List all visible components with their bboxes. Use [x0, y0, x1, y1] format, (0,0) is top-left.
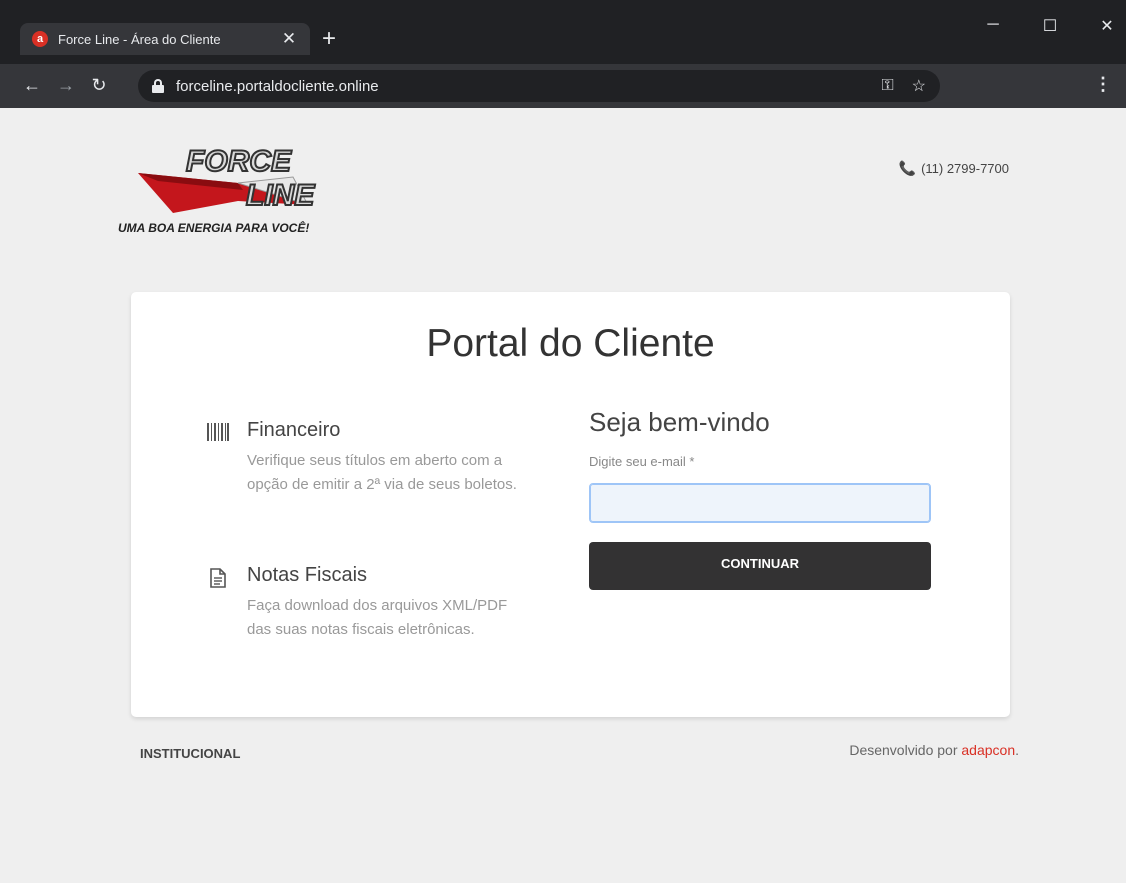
adapcon-link[interactable]: adapcon — [961, 742, 1015, 758]
institucional-link[interactable]: INSTITUCIONAL — [140, 746, 240, 761]
phone-number[interactable]: 📞 (11) 2799-7700 — [899, 160, 1009, 177]
feature-description: Verifique seus títulos em aberto com a o… — [247, 452, 517, 493]
address-bar[interactable]: forceline.portaldocliente.online ⚿ ☆ — [138, 70, 940, 102]
feature-title: Financeiro — [247, 419, 341, 441]
back-icon[interactable]: ← — [21, 74, 43, 96]
phone-text: (11) 2799-7700 — [921, 161, 1009, 176]
login-card: Portal do Cliente Financeiro Verifique s… — [131, 292, 1010, 717]
url-text[interactable]: forceline.portaldocliente.online — [176, 78, 863, 95]
page-title: Portal do Cliente — [426, 322, 715, 365]
logo-tagline: UMA BOA ENERGIA PARA VOCÊ! — [118, 221, 310, 235]
phone-icon: 📞 — [898, 160, 917, 176]
developer-credit: Desenvolvido por adapcon. — [849, 742, 1019, 758]
email-label: Digite seu e-mail * — [589, 454, 695, 469]
key-icon[interactable]: ⚿ — [881, 77, 893, 95]
star-icon[interactable]: ☆ — [912, 76, 926, 96]
credit-prefix: Desenvolvido por — [849, 742, 962, 758]
force-line-logo[interactable]: FORCE LINE UMA BOA ENERGIA PARA VOCÊ! — [118, 143, 368, 238]
maximize-icon[interactable]: ☐ — [1040, 16, 1060, 36]
close-tab-icon[interactable]: ✕ — [280, 29, 298, 49]
new-tab-button[interactable]: + — [322, 27, 336, 51]
feature-description: Faça download dos arquivos XML/PDF das s… — [247, 597, 508, 638]
logo-word-line: LINE — [246, 179, 315, 212]
forward-icon[interactable]: → — [55, 74, 77, 96]
favicon-icon: a — [32, 31, 48, 47]
document-icon — [210, 568, 226, 588]
browser-tab-bar: a Force Line - Área do Cliente ✕ + ─ ☐ ✕ — [0, 0, 1126, 64]
reload-icon[interactable]: ↻ — [88, 74, 110, 96]
close-window-icon[interactable]: ✕ — [1097, 16, 1117, 36]
minimize-icon[interactable]: ─ — [983, 16, 1003, 34]
lock-icon[interactable] — [152, 79, 164, 93]
welcome-heading: Seja bem-vindo — [589, 407, 770, 437]
continue-button[interactable]: CONTINUAR — [589, 542, 931, 590]
logo-graphic: FORCE LINE — [138, 144, 316, 213]
menu-icon[interactable]: ⋮ — [1094, 74, 1112, 95]
browser-tab[interactable]: a Force Line - Área do Cliente ✕ — [20, 23, 310, 55]
logo-word-force: FORCE — [186, 145, 292, 178]
browser-toolbar: ← → ↻ forceline.portaldocliente.online ⚿… — [0, 64, 1126, 108]
feature-title: Notas Fiscais — [247, 564, 368, 586]
email-field[interactable] — [589, 483, 931, 523]
tab-title: Force Line - Área do Cliente — [58, 31, 221, 47]
barcode-icon — [207, 423, 229, 441]
credit-suffix: . — [1015, 742, 1019, 758]
